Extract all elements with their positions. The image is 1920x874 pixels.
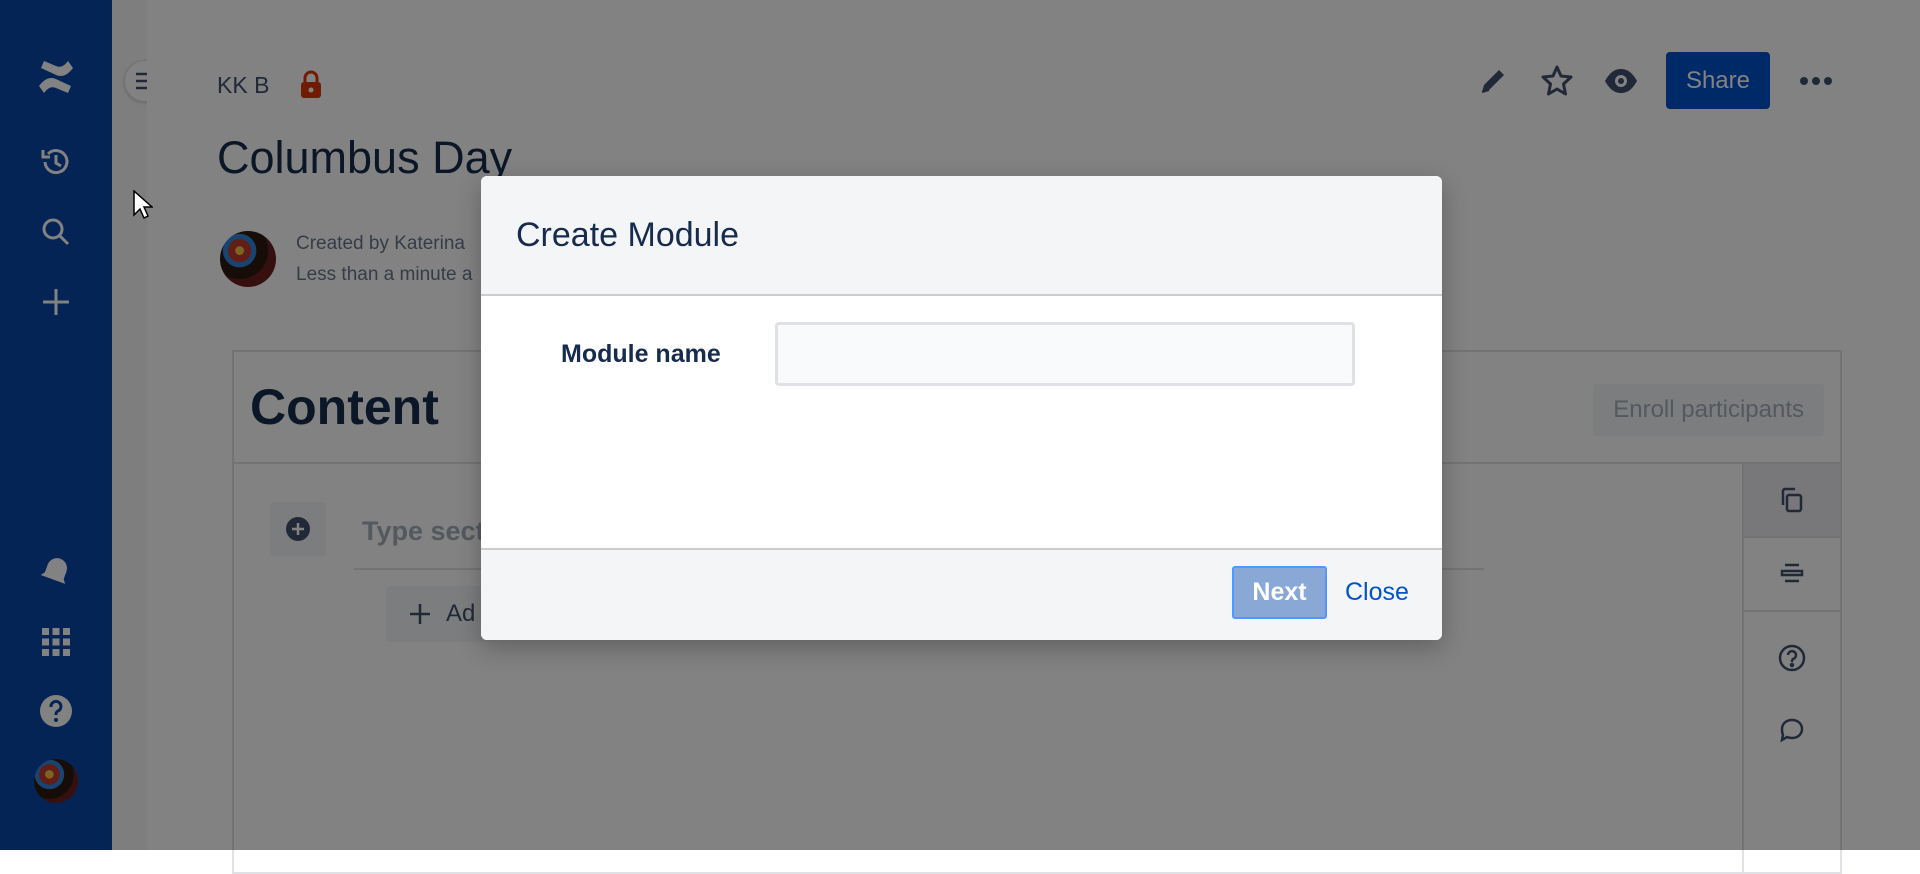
- create-module-dialog: Create Module Module name Next Close: [481, 176, 1442, 640]
- module-name-input[interactable]: [775, 322, 1355, 386]
- dialog-title: Create Module: [516, 216, 740, 254]
- dialog-header: Create Module: [481, 176, 1442, 296]
- module-name-label: Module name: [561, 340, 721, 368]
- next-button[interactable]: Next: [1232, 566, 1327, 619]
- dialog-body: Module name: [481, 296, 1442, 550]
- close-button[interactable]: Close: [1345, 578, 1409, 607]
- mouse-cursor-icon: [133, 189, 154, 225]
- dialog-footer: Next Close: [481, 548, 1442, 640]
